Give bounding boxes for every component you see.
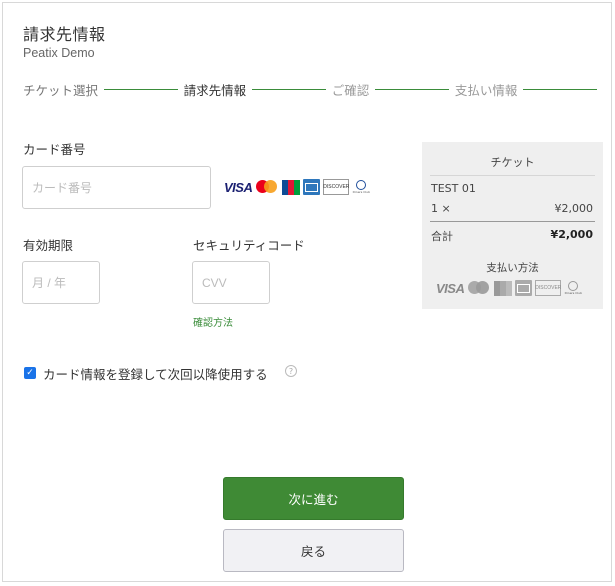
back-button[interactable]: 戻る xyxy=(223,529,404,572)
jcb-logo-icon xyxy=(282,179,301,195)
step-connector xyxy=(375,88,449,90)
mastercard-logo-icon xyxy=(467,280,491,296)
step-billing-info: 請求先情報 xyxy=(183,82,247,98)
amex-logo-icon xyxy=(303,179,321,195)
save-card-label[interactable]: カード情報を登録して次回以降使用する xyxy=(43,364,268,383)
discover-logo-icon: DISCOVER xyxy=(323,179,349,195)
step-connector xyxy=(104,88,178,90)
payment-method-brands: VISA DISCOVER Diners Club xyxy=(436,280,582,296)
payment-methods-title: 支払い方法 xyxy=(486,262,539,274)
divider xyxy=(430,221,595,222)
diners-club-logo-icon: Diners Club xyxy=(352,179,370,195)
next-button[interactable]: 次に進む xyxy=(223,477,404,520)
expiry-label: 有効期限 xyxy=(23,238,74,253)
checkout-stepper: チケット選択 請求先情報 ご確認 支払い情報 xyxy=(23,80,603,98)
checkout-panel: 請求先情報 Peatix Demo チケット選択 請求先情報 ご確認 支払い情報… xyxy=(2,2,612,582)
card-number-input[interactable]: カード番号 xyxy=(22,166,211,209)
total-label: 合計 xyxy=(431,230,453,243)
jcb-logo-icon xyxy=(494,280,513,296)
card-number-label: カード番号 xyxy=(23,142,86,157)
cvv-input[interactable]: CVV xyxy=(192,261,270,304)
step-connector xyxy=(252,88,326,90)
order-summary: チケット TEST 01 1 × ¥2,000 合計 ¥2,000 支払い方法 … xyxy=(422,142,603,309)
cvv-help-link[interactable]: 確認方法 xyxy=(193,314,233,329)
page-title: 請求先情報 xyxy=(23,25,106,44)
save-card-checkbox[interactable]: ✓ xyxy=(24,367,36,379)
visa-logo-icon: VISA xyxy=(224,179,253,195)
ticket-price: ¥2,000 xyxy=(554,202,594,215)
security-code-label: セキュリティコード xyxy=(193,238,305,253)
summary-title: チケット xyxy=(490,156,535,169)
ticket-name: TEST 01 xyxy=(431,182,476,195)
step-ticket-selection: チケット選択 xyxy=(23,82,99,98)
diners-club-logo-icon: Diners Club xyxy=(564,280,582,296)
amex-logo-icon xyxy=(515,280,533,296)
visa-logo-icon: VISA xyxy=(436,280,465,296)
total-value: ¥2,000 xyxy=(550,228,593,241)
help-icon[interactable]: ? xyxy=(285,365,297,377)
step-confirmation: ご確認 xyxy=(331,82,370,98)
accepted-card-brands: VISA DISCOVER Diners Club xyxy=(224,179,370,195)
divider xyxy=(430,175,595,176)
mastercard-logo-icon xyxy=(255,179,279,195)
expiry-input[interactable]: 月 / 年 xyxy=(22,261,100,304)
discover-logo-icon: DISCOVER xyxy=(535,280,561,296)
organizer-name: Peatix Demo xyxy=(23,46,95,60)
step-payment-info: 支払い情報 xyxy=(454,82,518,98)
ticket-quantity: 1 × xyxy=(431,202,451,215)
step-connector xyxy=(523,88,597,90)
